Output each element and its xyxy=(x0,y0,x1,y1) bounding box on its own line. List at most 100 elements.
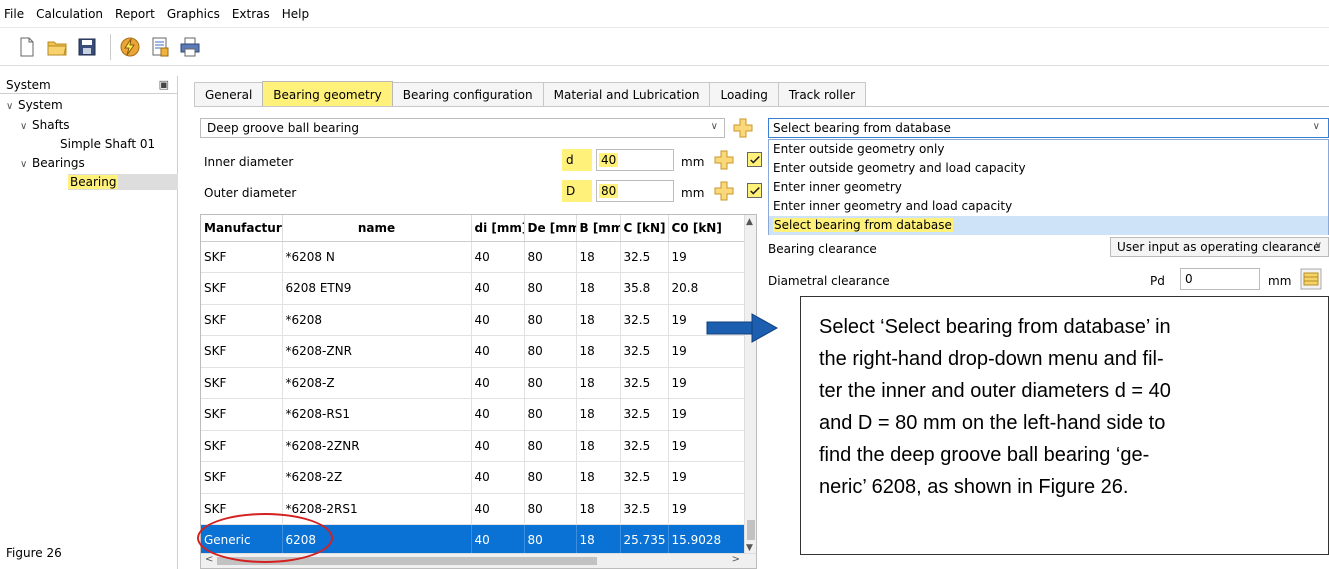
menu-graphics[interactable]: Graphics xyxy=(167,7,220,21)
inner-diameter-unit: mm xyxy=(681,155,705,169)
menu-extras[interactable]: Extras xyxy=(232,7,270,21)
table-cell: 18 xyxy=(576,304,621,336)
table-row[interactable]: SKF *6208-2Z 40 80 18 32.5 19 xyxy=(201,461,747,494)
tab-material-lubrication[interactable]: Material and Lubrication xyxy=(542,82,711,106)
new-file-icon[interactable] xyxy=(14,34,40,60)
chevron-down-icon[interactable]: ∨ xyxy=(20,157,32,173)
tree-item-bearing[interactable]: Bearing xyxy=(68,174,178,190)
menu-report[interactable]: Report xyxy=(115,7,155,21)
outer-diameter-symbol: D xyxy=(562,180,592,202)
tree-label-bearings: Bearings xyxy=(32,156,85,170)
scroll-right-icon[interactable]: > xyxy=(732,554,740,565)
option-outside-geometry[interactable]: Enter outside geometry only xyxy=(769,140,1328,159)
bearing-type-select[interactable]: Deep groove ball bearing ∨ xyxy=(200,118,725,138)
clearance-table-icon[interactable] xyxy=(1300,268,1322,290)
bearing-clearance-label: Bearing clearance xyxy=(768,242,877,256)
tree-item-simple-shaft[interactable]: Simple Shaft 01 xyxy=(60,136,155,152)
diametral-clearance-unit: mm xyxy=(1268,274,1292,288)
scroll-left-icon[interactable]: < xyxy=(205,554,213,565)
tree-item-system[interactable]: ∨ System xyxy=(6,97,63,113)
table-cell: 40 xyxy=(471,241,525,273)
vertical-scrollbar[interactable]: ▲ ▼ xyxy=(744,215,756,555)
add-bearing-type-icon[interactable] xyxy=(733,118,753,138)
table-cell: 80 xyxy=(524,430,577,462)
table-cell: SKF xyxy=(201,272,283,305)
menu-file[interactable]: File xyxy=(4,7,24,21)
option-outside-geometry-load[interactable]: Enter outside geometry and load capacity xyxy=(769,159,1328,178)
tab-bearing-configuration[interactable]: Bearing configuration xyxy=(391,82,544,106)
bearing-type-value: Deep groove ball bearing xyxy=(207,121,360,135)
calculate-lightning-icon[interactable] xyxy=(117,34,143,60)
column-header-b[interactable]: B [mm] xyxy=(576,215,621,242)
chevron-down-icon[interactable]: ∨ xyxy=(20,119,32,135)
table-row[interactable]: SKF *6208 N 40 80 18 32.5 19 xyxy=(201,241,747,273)
table-cell: 18 xyxy=(576,398,621,431)
table-cell: 18 xyxy=(576,524,621,557)
scroll-up-icon[interactable]: ▲ xyxy=(746,217,753,227)
inner-diameter-plus-icon[interactable] xyxy=(714,150,734,170)
column-header-name[interactable]: name xyxy=(282,215,472,242)
option-inner-geometry[interactable]: Enter inner geometry xyxy=(769,178,1328,197)
table-cell: SKF xyxy=(201,398,283,431)
table-cell: SKF xyxy=(201,461,283,494)
input-mode-select[interactable]: Select bearing from database ∨ xyxy=(768,118,1329,138)
tree-item-shafts[interactable]: ∨ Shafts xyxy=(20,117,70,133)
table-cell: 15.9028 xyxy=(668,524,747,557)
table-row[interactable]: SKF *6208 40 80 18 32.5 19 xyxy=(201,304,747,336)
menu-help[interactable]: Help xyxy=(282,7,309,21)
table-row[interactable]: SKF *6208-RS1 40 80 18 32.5 19 xyxy=(201,398,747,431)
tab-loading[interactable]: Loading xyxy=(709,82,779,106)
chevron-down-icon: ∨ xyxy=(710,121,718,132)
column-header-di[interactable]: di [mm] xyxy=(471,215,525,242)
table-row[interactable]: SKF 6208 ETN9 40 80 18 35.8 20.8 xyxy=(201,272,747,305)
save-icon[interactable] xyxy=(74,34,100,60)
table-cell: 32.5 xyxy=(620,398,669,431)
table-cell: 19 xyxy=(668,398,747,431)
table-cell: 32.5 xyxy=(620,367,669,399)
table-cell: *6208 xyxy=(282,304,472,336)
open-folder-icon[interactable] xyxy=(44,34,70,60)
option-inner-geometry-load[interactable]: Enter inner geometry and load capacity xyxy=(769,197,1328,216)
table-cell: 32.5 xyxy=(620,304,669,336)
tab-track-roller[interactable]: Track roller xyxy=(777,82,867,106)
callout-line: find the deep groove ball bearing ‘ge- xyxy=(819,444,1150,466)
table-cell: 19 xyxy=(668,367,747,399)
column-header-c0[interactable]: C0 [kN] xyxy=(668,215,747,242)
table-row[interactable]: SKF *6208-Z 40 80 18 32.5 19 xyxy=(201,367,747,399)
callout-line: neric’ 6208, as shown in Figure 26. xyxy=(819,476,1129,498)
scroll-down-icon[interactable]: ▼ xyxy=(746,543,753,553)
column-header-c[interactable]: C [kN] xyxy=(620,215,669,242)
inner-diameter-filter-checkbox[interactable] xyxy=(747,152,762,167)
system-panel: System ▣ ∨ System ∨ Shafts Simple Shaft 01… xyxy=(0,76,178,569)
option-select-from-database[interactable]: Select bearing from database xyxy=(769,216,1328,235)
report-icon[interactable] xyxy=(147,34,173,60)
table-cell: 80 xyxy=(524,398,577,431)
menu-calculation[interactable]: Calculation xyxy=(36,7,103,21)
table-cell: 32.5 xyxy=(620,430,669,462)
table-cell: SKF xyxy=(201,304,283,336)
table-body: SKF *6208 N 40 80 18 32.5 19 SKF 6208 ETN9 40 80 18… xyxy=(201,241,747,557)
outer-diameter-filter-checkbox[interactable] xyxy=(747,183,762,198)
bearing-clearance-select[interactable]: User input as operating clearance ∨ xyxy=(1110,237,1329,257)
column-header-manufacturer[interactable]: Manufacturer xyxy=(201,215,283,242)
outer-diameter-input[interactable]: 80 xyxy=(596,180,674,202)
outer-diameter-plus-icon[interactable] xyxy=(714,181,734,201)
inner-diameter-symbol: d xyxy=(562,149,592,171)
print-icon[interactable] xyxy=(177,34,203,60)
tab-bearing-geometry[interactable]: Bearing geometry xyxy=(262,81,393,107)
table-row[interactable]: SKF *6208-ZNR 40 80 18 32.5 19 xyxy=(201,335,747,368)
table-cell: *6208-Z xyxy=(282,367,472,399)
table-cell: 19 xyxy=(668,430,747,462)
tab-general[interactable]: General xyxy=(194,82,264,106)
table-row[interactable]: SKF *6208-2ZNR 40 80 18 32.5 19 xyxy=(201,430,747,462)
vertical-scroll-thumb[interactable] xyxy=(747,520,755,540)
table-cell: 80 xyxy=(524,241,577,273)
tree-item-bearings[interactable]: ∨ Bearings xyxy=(20,155,85,171)
diametral-clearance-input[interactable]: 0 xyxy=(1180,268,1260,290)
column-header-de[interactable]: De [mm] xyxy=(524,215,577,242)
pin-icon[interactable]: ▣ xyxy=(159,78,169,91)
inner-diameter-input[interactable]: 40 xyxy=(596,149,674,171)
chevron-down-icon[interactable]: ∨ xyxy=(6,99,18,115)
menu-bar: File Calculation Report Graphics Extras … xyxy=(0,0,1329,28)
bearing-table: Manufacturer name di [mm] De [mm] B [mm]… xyxy=(201,215,747,557)
